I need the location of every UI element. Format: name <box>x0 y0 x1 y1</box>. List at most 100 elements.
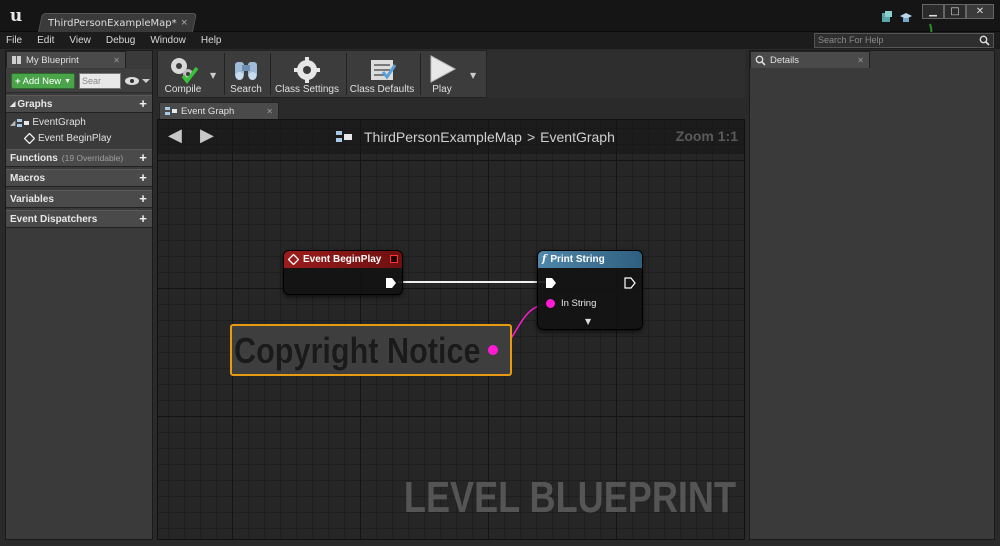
section-functions-label: Functions <box>10 152 58 164</box>
advanced-display-chevron-icon[interactable]: ▼ <box>585 317 591 326</box>
section-graphs[interactable]: ◢ Graphs + <box>6 95 152 113</box>
document-tab[interactable]: ThirdPersonExampleMap* × <box>48 15 188 31</box>
tree-item-event-begin-play[interactable]: Event BeginPlay <box>24 133 111 144</box>
toolbar-divider <box>224 53 225 95</box>
compile-button[interactable]: Compile <box>160 51 206 97</box>
tree-item-event-begin-play-label: Event BeginPlay <box>38 133 112 144</box>
title-bar: u ThirdPersonExampleMap* × ▁ □ ✕ <box>0 0 1000 48</box>
print-string-title: Print String <box>550 254 605 265</box>
unreal-logo-icon: u <box>9 6 23 26</box>
tab-event-graph[interactable]: Event Graph ✕ <box>159 102 279 119</box>
function-icon: f <box>542 254 547 265</box>
section-event-dispatchers[interactable]: Event Dispatchers + <box>6 210 152 228</box>
exec-out-pin-icon[interactable] <box>624 277 636 289</box>
copyright-notice-node[interactable]: Copyright Notice <box>230 324 512 376</box>
chevron-down-icon: ▼ <box>64 77 72 85</box>
play-label: Play <box>432 84 452 95</box>
add-graph-icon[interactable]: + <box>138 97 148 110</box>
exec-out-pin-icon[interactable] <box>385 277 397 289</box>
minimize-button[interactable]: ▁ <box>922 4 944 19</box>
event-diamond-icon <box>24 133 35 144</box>
class-settings-button[interactable]: Class Settings <box>272 51 342 97</box>
play-icon <box>430 55 457 83</box>
toolbar-divider <box>346 53 347 95</box>
close-icon[interactable]: ✕ <box>266 107 273 116</box>
add-macro-icon[interactable]: + <box>138 171 148 184</box>
in-string-pin-icon[interactable] <box>546 299 555 308</box>
menu-help[interactable]: Help <box>201 35 222 46</box>
close-tab-icon[interactable]: × <box>180 18 188 28</box>
tree-item-event-graph-label: EventGraph <box>32 117 86 128</box>
exec-in-pin-icon[interactable] <box>545 277 557 289</box>
event-graph-icon <box>17 118 30 127</box>
compile-gears-icon <box>171 58 199 84</box>
my-blueprint-panel: My Blueprint ✕ + Add New ▼ Sear ◢ Graphs… <box>5 50 153 540</box>
menu-window[interactable]: Window <box>150 35 186 46</box>
play-button[interactable]: Play <box>422 51 462 97</box>
tab-details[interactable]: Details ✕ <box>750 51 870 68</box>
add-function-icon[interactable]: + <box>138 151 148 164</box>
play-options-chevron-icon[interactable]: ▼ <box>470 71 476 80</box>
binoculars-icon <box>235 62 257 80</box>
class-defaults-button[interactable]: Class Defaults <box>348 51 416 97</box>
event-diamond-icon <box>288 254 299 265</box>
section-functions[interactable]: Functions (19 Overridable) + <box>6 149 152 167</box>
close-icon[interactable]: ✕ <box>113 56 120 65</box>
event-begin-play-title: Event BeginPlay <box>303 254 382 265</box>
add-new-label: Add New <box>22 75 62 87</box>
menu-file[interactable]: File <box>6 35 22 46</box>
maximize-button[interactable]: □ <box>944 4 966 19</box>
compile-options-chevron-icon[interactable]: ▼ <box>210 71 216 80</box>
event-graph-icon <box>165 107 177 115</box>
toolbar-divider <box>270 53 271 95</box>
section-functions-overridable: (19 Overridable) <box>61 153 124 163</box>
search-button[interactable]: Search <box>226 51 266 97</box>
section-variables[interactable]: Variables + <box>6 190 152 208</box>
tab-my-blueprint-label: My Blueprint <box>26 54 79 66</box>
my-blueprint-toolbar: + Add New ▼ Sear <box>6 69 152 93</box>
menu-debug[interactable]: Debug <box>106 35 135 46</box>
menu-view[interactable]: View <box>69 35 91 46</box>
expand-arrow-icon: ◢ <box>10 119 16 127</box>
class-defaults-label: Class Defaults <box>349 84 415 95</box>
class-settings-gear-icon <box>294 57 320 83</box>
details-magnifier-icon <box>755 55 766 66</box>
event-begin-play-node[interactable]: Event BeginPlay <box>283 250 403 295</box>
search-help-input[interactable]: Search For Help <box>814 33 994 48</box>
plus-icon: + <box>15 75 21 87</box>
blueprint-search-input[interactable]: Sear <box>79 73 121 89</box>
section-macros-label: Macros <box>10 172 46 184</box>
add-event-dispatcher-icon[interactable]: + <box>138 212 148 225</box>
section-event-dispatchers-label: Event Dispatchers <box>10 213 98 225</box>
view-options-eye-icon[interactable] <box>124 75 150 87</box>
document-tab-title: ThirdPersonExampleMap* <box>48 17 177 29</box>
compile-label: Compile <box>164 84 202 95</box>
graph-canvas[interactable]: ◀ ▶ ThirdPersonExampleMap > EventGraph Z… <box>157 119 745 540</box>
close-icon[interactable]: ✕ <box>857 56 864 65</box>
book-icon <box>12 56 21 64</box>
print-string-node[interactable]: f Print String In String ▼ <box>537 250 643 330</box>
tab-event-graph-label: Event Graph <box>181 105 235 117</box>
toolbar-empty-area <box>487 50 745 98</box>
tab-details-label: Details <box>770 54 800 66</box>
section-variables-label: Variables <box>10 193 54 205</box>
string-out-pin-icon[interactable] <box>488 345 498 355</box>
delegate-pin-icon[interactable] <box>390 255 398 263</box>
add-new-button[interactable]: + Add New ▼ <box>11 73 75 89</box>
close-window-button[interactable]: ✕ <box>966 4 994 19</box>
add-variable-icon[interactable]: + <box>138 192 148 205</box>
search-icon[interactable] <box>979 35 990 46</box>
copyright-notice-text: Copyright Notice <box>234 330 481 371</box>
class-settings-label: Class Settings <box>275 84 339 95</box>
details-panel: Details ✕ <box>749 50 995 540</box>
main-toolbar: Compile ▼ Search Class Settings Class De… <box>157 50 487 98</box>
tab-my-blueprint[interactable]: My Blueprint ✕ <box>6 51 126 68</box>
menu-edit[interactable]: Edit <box>37 35 54 46</box>
search-label: Search <box>230 84 262 95</box>
print-string-header: f Print String <box>538 251 642 268</box>
section-macros[interactable]: Macros + <box>6 169 152 187</box>
expand-arrow-icon: ◢ <box>10 101 16 108</box>
event-begin-play-header: Event BeginPlay <box>284 251 402 268</box>
class-defaults-checklist-icon <box>371 60 397 80</box>
tree-item-event-graph[interactable]: ◢ EventGraph <box>10 117 86 128</box>
